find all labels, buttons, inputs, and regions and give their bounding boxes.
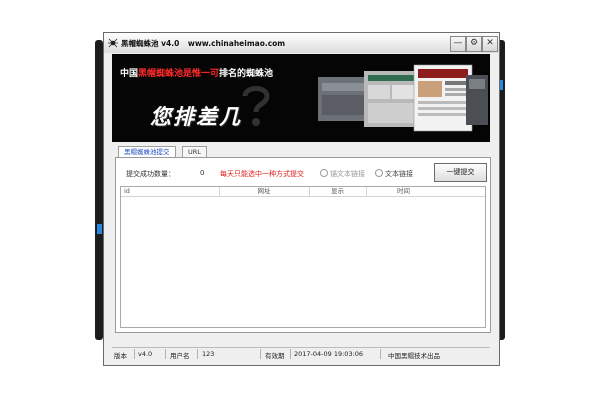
headline-suffix: 排名的蜘蛛池	[219, 69, 274, 79]
table-header: id 网址 显示 时间	[121, 187, 485, 197]
banner-headline: 中国黑帽蜘蛛池是惟一可排名的蜘蛛池	[120, 66, 273, 79]
success-count-label: 提交成功数量：	[126, 170, 175, 178]
spider-icon	[108, 38, 118, 48]
status-divider	[260, 349, 261, 359]
spider-logo-icon	[242, 86, 270, 126]
submit-notice: 每天只能选中一种方式提交	[220, 170, 304, 178]
expiry-value: 2017-04-09 19:03:06	[294, 350, 364, 358]
column-header-url[interactable]: 网址	[219, 187, 310, 196]
banner: 中国黑帽蜘蛛池是惟一可排名的蜘蛛池 您排差几	[112, 54, 490, 142]
text-link-label: 文本链接	[385, 170, 413, 178]
close-button[interactable]: ✕	[482, 36, 498, 52]
status-bar: 版本 v4.0 用户名 123 有效期 2017-04-09 19:03:06 …	[112, 347, 490, 360]
expiry-label: 有效期	[265, 352, 285, 360]
minimize-button[interactable]: —	[450, 36, 466, 52]
credit-text: 中国黑帽技术出品	[388, 352, 440, 360]
title-bar: 黑帽蜘蛛池 v4.0 www.chinaheimao.com — ⚙ ✕	[104, 33, 499, 53]
app-name: 黑帽蜘蛛池 v4.0	[121, 39, 180, 48]
app-window: 黑帽蜘蛛池 v4.0 www.chinaheimao.com — ⚙ ✕ 中国黑…	[103, 32, 500, 366]
website-screenshots-image	[318, 64, 488, 132]
version-label: 版本	[114, 352, 127, 360]
anchor-text-link-label: 锚文本链接	[330, 170, 365, 178]
username-label: 用户名	[170, 352, 190, 360]
text-link-radio[interactable]: 文本链接	[375, 169, 413, 179]
status-divider	[134, 349, 135, 359]
status-divider	[290, 349, 291, 359]
column-header-id[interactable]: id	[121, 187, 220, 196]
status-divider	[197, 349, 198, 359]
website-url: www.chinaheimao.com	[187, 39, 286, 48]
status-divider	[165, 349, 166, 359]
one-click-submit-button[interactable]: 一键提交	[434, 163, 487, 182]
settings-button[interactable]: ⚙	[466, 36, 482, 52]
version-value: v4.0	[138, 350, 153, 358]
radio-circle-icon	[320, 169, 328, 177]
banner-slogan: 您排差几	[150, 105, 242, 129]
radio-circle-icon	[375, 169, 383, 177]
frame-decoration-left	[95, 40, 103, 340]
column-header-time[interactable]: 时间	[366, 187, 441, 196]
success-count-value: 0	[200, 169, 205, 177]
username-value: 123	[202, 350, 215, 358]
window-title: 黑帽蜘蛛池 v4.0 www.chinaheimao.com	[121, 38, 285, 49]
status-divider	[380, 349, 381, 359]
column-header-display[interactable]: 显示	[309, 187, 367, 196]
headline-highlight: 黑帽蜘蛛池是惟一可	[138, 69, 220, 79]
anchor-text-link-radio[interactable]: 锚文本链接	[320, 169, 365, 179]
submit-panel: 提交成功数量： 0 每天只能选中一种方式提交 锚文本链接 文本链接 一键提交 i…	[115, 157, 491, 333]
frame-accent-left	[97, 224, 102, 234]
url-list-table[interactable]: id 网址 显示 时间	[120, 186, 486, 328]
headline-prefix: 中国	[120, 69, 139, 79]
